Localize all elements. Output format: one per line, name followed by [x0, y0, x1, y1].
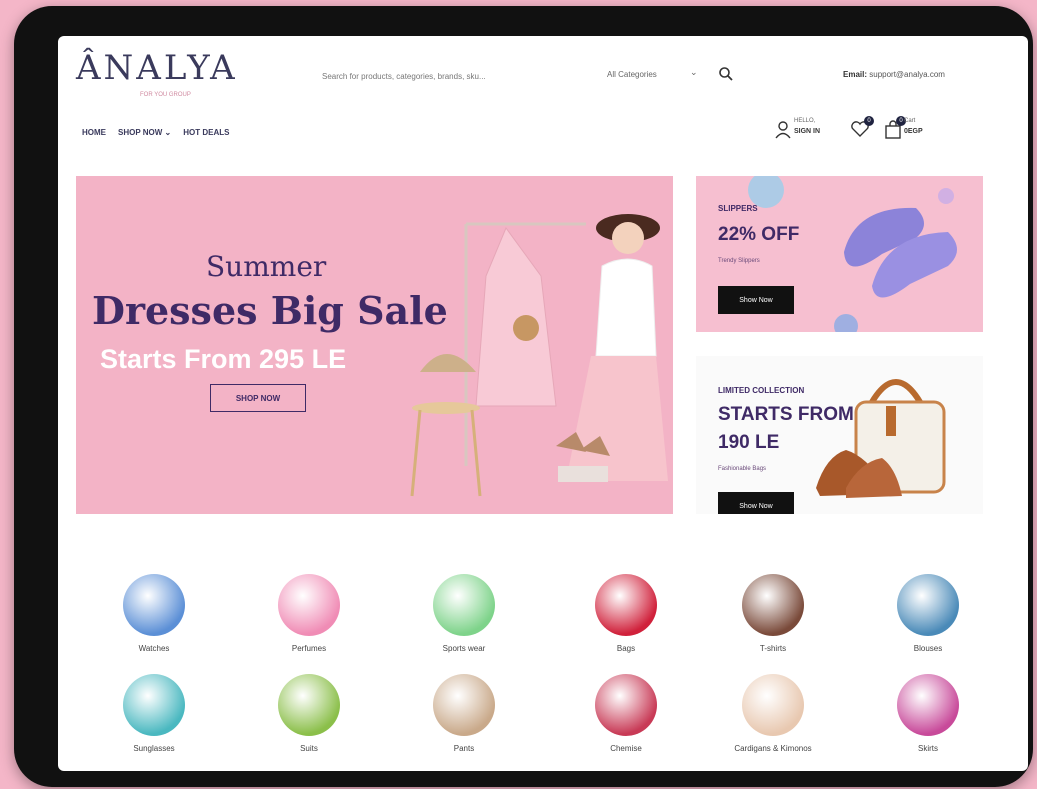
user-icon[interactable]	[774, 120, 792, 140]
category-label: Pants	[453, 744, 475, 753]
category-image	[433, 674, 495, 736]
category-select[interactable]: All Categories	[607, 70, 657, 79]
email-label: Email:	[843, 70, 868, 79]
promo-bags-headline1: STARTS FROM	[718, 404, 854, 425]
promo-slippers-headline: 22% OFF	[718, 224, 800, 245]
category-label: Sports wear	[442, 644, 486, 653]
category-label: Perfumes	[291, 644, 327, 653]
nav-hot-deals[interactable]: HOT DEALS	[183, 128, 229, 137]
category-image	[595, 674, 657, 736]
promo-bags-button[interactable]: Show Now	[718, 492, 794, 514]
contact-email[interactable]: Email: support@analya.com	[843, 70, 945, 79]
tablet-frame: ÂNALYA FOR YOU GROUP All Categories ⌄ Em…	[14, 6, 1033, 787]
brand-logo[interactable]: ÂNALYA FOR YOU GROUP	[76, 48, 238, 98]
category-image	[278, 574, 340, 636]
search-input[interactable]	[320, 66, 564, 86]
category-image	[123, 674, 185, 736]
promo-bags-sub: Fashionable Bags	[718, 466, 767, 472]
category-image	[897, 574, 959, 636]
promo-slippers-tag: SLIPPERS	[718, 204, 758, 213]
category-label: Watches	[138, 644, 170, 653]
category-skirts[interactable]: Skirts	[858, 674, 998, 753]
category-chemise[interactable]: Chemise	[556, 674, 696, 753]
category-cardigans-kimonos[interactable]: Cardigans & Kimonos	[703, 674, 843, 753]
wishlist-badge: 0	[864, 116, 874, 126]
promo-bags-tag: LIMITED COLLECTION	[718, 386, 805, 395]
category-image	[897, 674, 959, 736]
nav-shop-now[interactable]: SHOP NOW ⌄	[118, 128, 171, 137]
category-sunglasses[interactable]: Sunglasses	[84, 674, 224, 753]
category-label: Chemise	[610, 744, 642, 753]
category-tshirts[interactable]: T-shirts	[703, 574, 843, 653]
category-blouses[interactable]: Blouses	[858, 574, 998, 653]
hero-price-line: Starts From 295 LE	[100, 344, 347, 374]
category-image	[742, 574, 804, 636]
cart-label: Cart	[904, 118, 916, 124]
nav-home[interactable]: HOME	[82, 128, 106, 137]
logo-tagline: FOR YOU GROUP	[140, 92, 191, 98]
category-image	[742, 674, 804, 736]
promo-slippers-button[interactable]: Show Now	[718, 286, 794, 314]
logo-text: ÂNALYA	[76, 48, 238, 88]
hero-banner[interactable]: Summer Dresses Big Sale Starts From 295 …	[76, 176, 673, 514]
email-value: support@analya.com	[869, 70, 945, 79]
hero-title-line2: Dresses Big Sale	[92, 288, 448, 333]
category-label: Cardigans & Kimonos	[734, 744, 812, 753]
category-label: Suits	[300, 744, 318, 753]
promo-slippers[interactable]: SLIPPERS 22% OFF Trendy Slippers Show No…	[696, 176, 983, 332]
sign-in-link[interactable]: SIGN IN	[794, 128, 820, 135]
hero-model-image	[410, 214, 668, 497]
main-nav: HOME SHOP NOW ⌄ HOT DEALS	[82, 128, 229, 137]
promo-bags-headline2: 190 LE	[718, 432, 780, 453]
hero-shop-now-button[interactable]: SHOP NOW	[210, 384, 306, 412]
category-label: T-shirts	[759, 644, 787, 653]
category-image	[123, 574, 185, 636]
category-image	[595, 574, 657, 636]
category-watches[interactable]: Watches	[84, 574, 224, 653]
category-suits[interactable]: Suits	[239, 674, 379, 753]
cart-total: 0EGP	[904, 128, 923, 135]
category-sportswear[interactable]: Sports wear	[394, 574, 534, 653]
category-label: Skirts	[918, 744, 938, 753]
hero-title-line1: Summer	[206, 250, 327, 283]
promo-bags[interactable]: LIMITED COLLECTION STARTS FROM 190 LE Fa…	[696, 356, 983, 514]
category-pants[interactable]: Pants	[394, 674, 534, 753]
category-label: Sunglasses	[133, 744, 175, 753]
category-image	[278, 674, 340, 736]
promo-slippers-sub: Trendy Slippers	[718, 258, 760, 264]
chevron-down-icon[interactable]: ⌄	[690, 67, 698, 78]
search-icon[interactable]	[718, 66, 734, 82]
hello-text: HELLO,	[794, 118, 816, 124]
search-bar: All Categories ⌄	[320, 66, 740, 86]
category-label: Blouses	[913, 644, 943, 653]
category-label: Bags	[616, 644, 636, 653]
browser-screen: ÂNALYA FOR YOU GROUP All Categories ⌄ Em…	[58, 36, 1028, 771]
category-image	[433, 574, 495, 636]
category-perfumes[interactable]: Perfumes	[239, 574, 379, 653]
category-bags[interactable]: Bags	[556, 574, 696, 653]
